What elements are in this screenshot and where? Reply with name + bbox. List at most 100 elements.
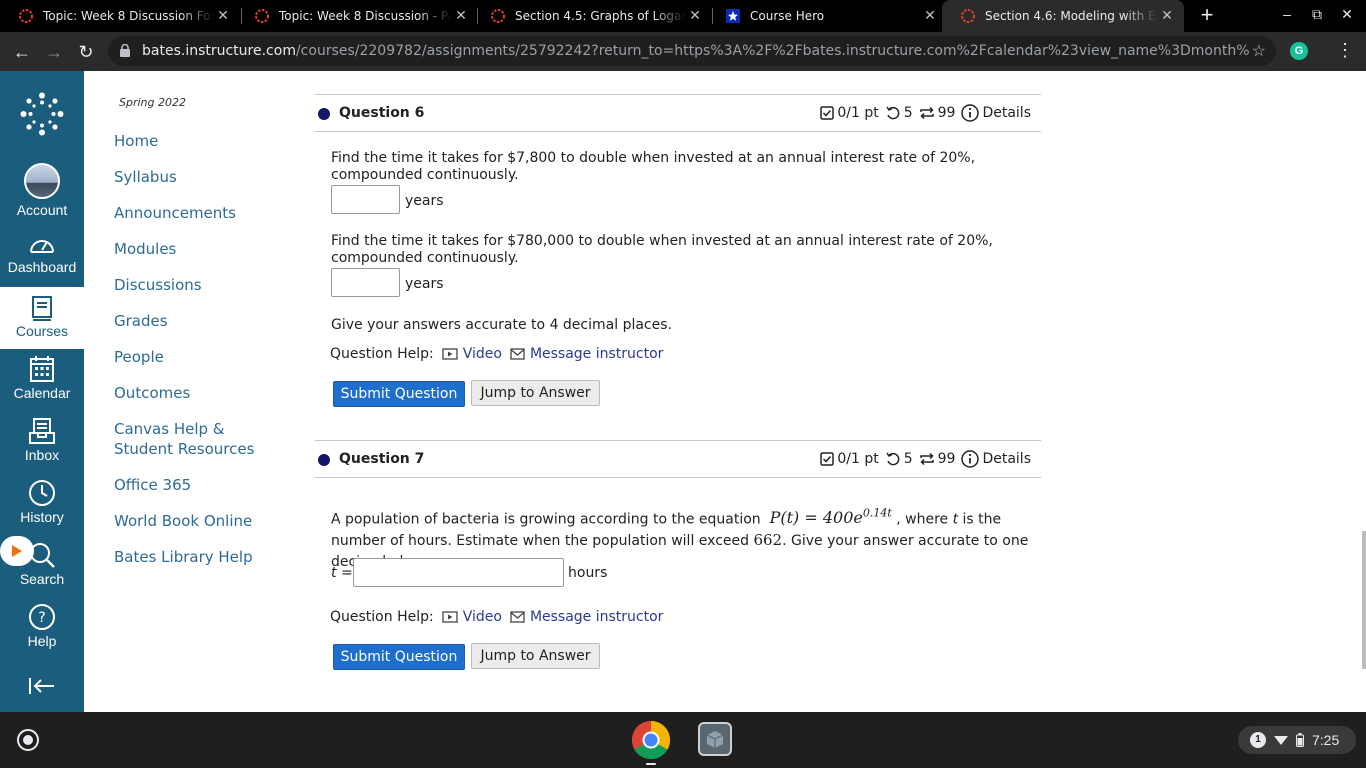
question-meta: 0/1 pt 5 99 Details (820, 450, 1031, 468)
tab-title: Topic: Week 8 Discussion - Pattern (279, 9, 452, 23)
course-nav-grades[interactable]: Grades (114, 311, 168, 331)
points-text: 0/1 pt (837, 451, 879, 467)
q7-equation-lhs: P(t) = 400e (769, 508, 863, 528)
window-close-icon[interactable]: ✕ (1336, 6, 1358, 26)
chrome-app-icon[interactable] (631, 720, 671, 760)
canvas-global-nav: Account Dashboard Courses Calendar Inbox… (0, 71, 84, 712)
q7-submit-button[interactable]: Submit Question (333, 644, 465, 670)
q7-equation-exponent: 0.14t (862, 507, 892, 520)
wifi-icon (1274, 736, 1288, 745)
tab-week8-forum[interactable]: Topic: Week 8 Discussion Forum ✕ (0, 0, 240, 32)
course-nav-outcomes[interactable]: Outcomes (114, 383, 190, 403)
retries-count: 5 (903, 451, 913, 467)
running-indicator (646, 763, 656, 765)
points-indicator: 0/1 pt (820, 105, 879, 121)
tab-close-icon[interactable]: ✕ (686, 8, 704, 24)
browser-menu-icon[interactable]: ⋮ (1335, 40, 1355, 61)
nav-label: Search (19, 571, 65, 587)
retry-icon (886, 106, 900, 120)
system-tray[interactable]: 1 7:25 (1238, 726, 1356, 754)
details-toggle[interactable]: Details (961, 104, 1031, 122)
new-tab-plus-icon[interactable]: + (1196, 4, 1218, 28)
course-nav-canvas-help[interactable]: Canvas Help & Student Resources (114, 419, 264, 459)
tab-course-hero[interactable]: Course Hero ✕ (707, 0, 947, 32)
nav-label: Calendar (13, 385, 71, 401)
message-instructor-link[interactable]: Message instructor (510, 346, 663, 362)
app-shelf-icon[interactable] (698, 722, 732, 756)
help-question-icon: ? (29, 604, 55, 630)
q6-answer-1-input[interactable] (331, 185, 400, 214)
video-icon (442, 348, 458, 360)
assignment-content: Question 6 0/1 pt 5 99 Details Find the … (314, 71, 1366, 712)
course-nav-modules[interactable]: Modules (114, 239, 176, 259)
retries-count: 5 (903, 105, 913, 121)
tab-close-icon[interactable]: ✕ (921, 8, 939, 24)
video-link-label: Video (462, 346, 502, 362)
canvas-favicon-icon (961, 9, 975, 23)
reload-icon[interactable]: ↻ (74, 40, 98, 64)
question-help-label: Question Help: (330, 346, 434, 362)
tab-close-icon[interactable]: ✕ (452, 8, 470, 24)
details-toggle[interactable]: Details (961, 450, 1031, 468)
unit-years: years (405, 276, 444, 292)
nav-label: Courses (15, 323, 69, 339)
video-link[interactable]: Video (442, 346, 502, 362)
video-link[interactable]: Video (442, 609, 502, 625)
attempts-count: 99 (937, 451, 956, 467)
course-nav-discussions[interactable]: Discussions (114, 275, 202, 295)
course-nav-announcements[interactable]: Announcements (114, 203, 236, 223)
message-instructor-link[interactable]: Message instructor (510, 609, 663, 625)
minimize-icon[interactable]: – (1276, 6, 1298, 26)
question-help-label: Question Help: (330, 609, 434, 625)
nav-history[interactable]: History (0, 479, 84, 541)
q7-answer-input[interactable] (353, 558, 564, 587)
nav-help[interactable]: ? Help (0, 603, 84, 665)
nav-calendar[interactable]: Calendar (0, 355, 84, 417)
question-6-part-1-text: Find the time it takes for $7,800 to dou… (331, 150, 976, 183)
q7-threshold: 662 (753, 531, 783, 550)
video-play-overlay-icon[interactable] (0, 536, 38, 566)
course-navigation: Spring 2022 Home Syllabus Announcements … (84, 71, 314, 712)
attempts-repeat-icon (919, 452, 934, 466)
course-nav-office-365[interactable]: Office 365 (114, 475, 191, 495)
tab-close-icon[interactable]: ✕ (1158, 8, 1176, 24)
tab-section-4-6[interactable]: Section 4.6: Modeling with Exponential ✕ (942, 0, 1184, 32)
attempts-indicator: 99 (919, 451, 956, 467)
tab-close-icon[interactable]: ✕ (214, 8, 232, 24)
question-7-header: Question 7 0/1 pt 5 99 Details (315, 440, 1041, 478)
mail-icon (510, 348, 525, 360)
forward-arrow-icon[interactable]: → (42, 40, 66, 64)
unit-hours: hours (568, 565, 608, 581)
grammarly-extension-icon[interactable]: G (1290, 42, 1308, 60)
course-nav-people[interactable]: People (114, 347, 164, 367)
course-hero-favicon-icon (726, 9, 740, 23)
nav-dashboard[interactable]: Dashboard (0, 233, 84, 295)
tab-title: Section 4.5: Graphs of Logarithmic (515, 9, 686, 23)
canvas-logo-icon[interactable] (20, 92, 64, 136)
url-path: /courses/2209782/assignments/25792242?re… (295, 43, 1250, 59)
tab-title: Course Hero (750, 9, 825, 23)
q6-jump-to-answer-button[interactable]: Jump to Answer (471, 380, 600, 406)
nav-courses[interactable]: Courses (0, 287, 84, 349)
nav-label: Account (16, 202, 68, 218)
points-text: 0/1 pt (837, 105, 879, 121)
history-clock-icon (29, 480, 55, 506)
course-nav-syllabus[interactable]: Syllabus (114, 167, 177, 187)
nav-inbox[interactable]: Inbox (0, 417, 84, 479)
back-arrow-icon[interactable]: ← (10, 40, 34, 64)
address-bar[interactable]: bates.instructure.com/courses/2209782/as… (108, 36, 1276, 66)
nav-account[interactable]: Account (0, 163, 84, 223)
q6-answer-2-input[interactable] (331, 268, 400, 297)
course-nav-home[interactable]: Home (114, 131, 158, 151)
bookmark-star-icon[interactable]: ☆ (1252, 41, 1266, 61)
course-nav-world-book[interactable]: World Book Online (114, 511, 252, 531)
collapse-nav-icon[interactable] (28, 676, 56, 696)
course-nav-bates-library[interactable]: Bates Library Help (114, 547, 253, 567)
restore-icon[interactable]: ⧉ (1306, 6, 1328, 26)
tab-week8-discussion[interactable]: Topic: Week 8 Discussion - Pattern ✕ (236, 0, 478, 32)
page-scrollbar[interactable] (1362, 531, 1366, 669)
tab-section-4-5[interactable]: Section 4.5: Graphs of Logarithmic ✕ (472, 0, 712, 32)
q7-jump-to-answer-button[interactable]: Jump to Answer (471, 643, 600, 669)
launcher-icon[interactable] (16, 728, 40, 752)
q6-submit-button[interactable]: Submit Question (333, 381, 465, 407)
